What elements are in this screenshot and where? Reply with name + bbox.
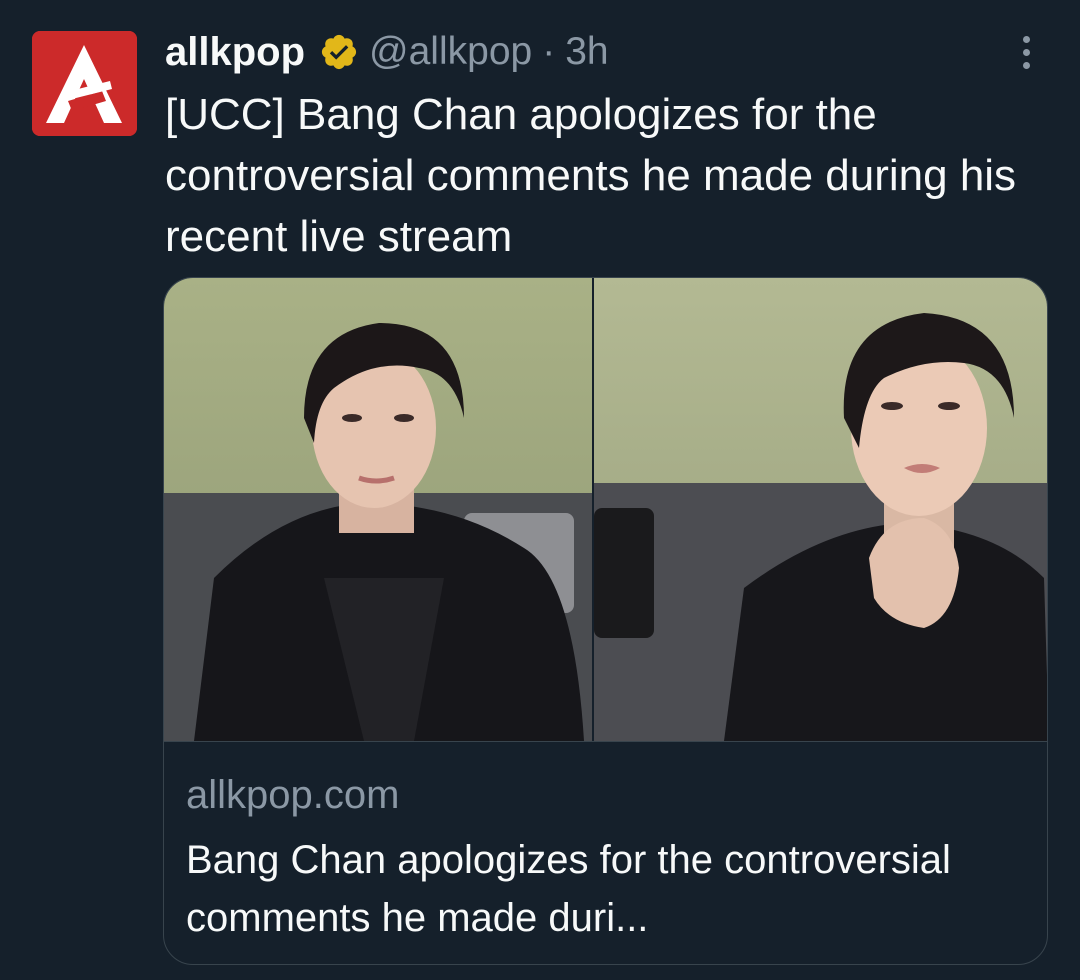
card-divider: [164, 741, 1047, 742]
display-name[interactable]: allkpop: [165, 30, 305, 75]
avatar[interactable]: [32, 31, 137, 136]
handle[interactable]: @allkpop: [369, 30, 532, 74]
more-options-icon[interactable]: [1016, 36, 1036, 76]
card-domain: allkpop.com: [186, 773, 400, 817]
card-title[interactable]: Bang Chan apologizes for the controversi…: [186, 831, 1026, 947]
link-card[interactable]: allkpop.com Bang Chan apologizes for the…: [163, 277, 1048, 965]
card-image[interactable]: [164, 278, 1047, 741]
tweet[interactable]: allkpop @allkpop · 3h [UCC] Bang Chan ap…: [0, 0, 1080, 980]
tweet-header: allkpop @allkpop · 3h: [165, 26, 609, 78]
tweet-text: [UCC] Bang Chan apologizes for the contr…: [165, 90, 1017, 261]
timestamp[interactable]: 3h: [565, 30, 608, 74]
photo-left: [164, 278, 592, 741]
allkpop-logo-icon: [32, 31, 137, 136]
photo-right: [594, 278, 1047, 741]
verified-badge-icon: [319, 32, 359, 72]
separator-dot: ·: [542, 30, 556, 73]
